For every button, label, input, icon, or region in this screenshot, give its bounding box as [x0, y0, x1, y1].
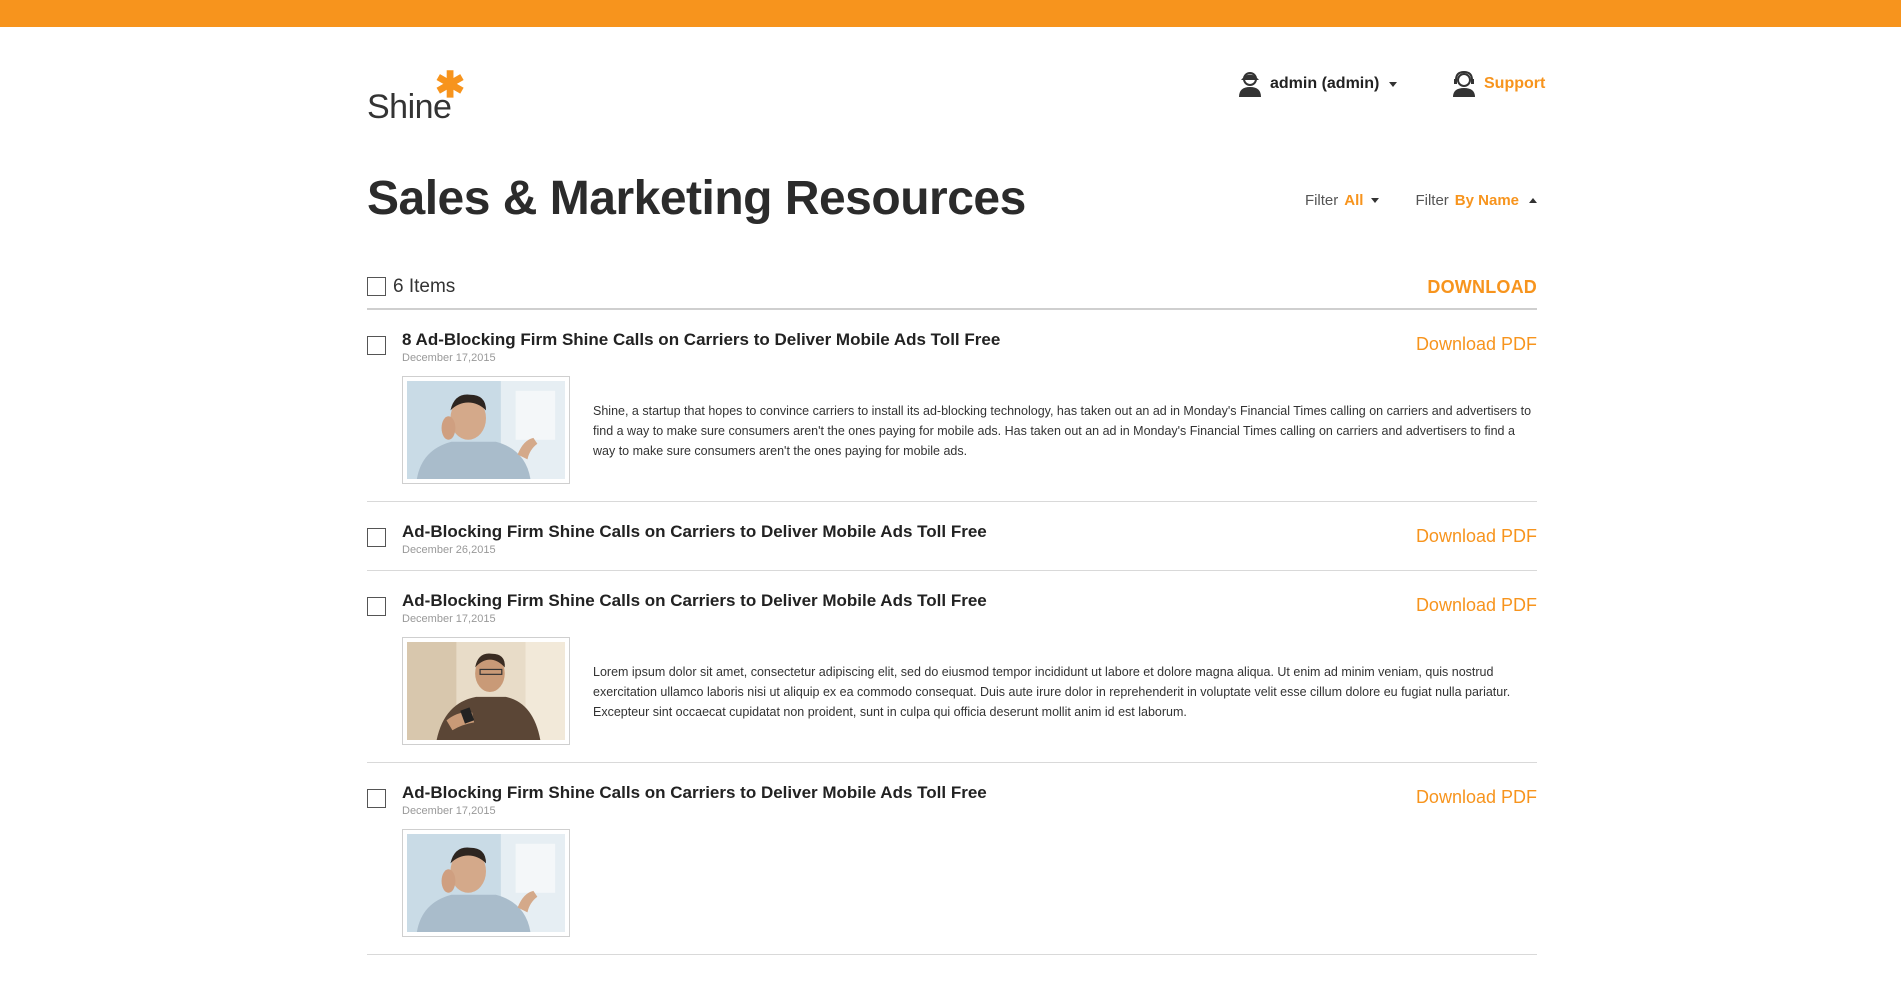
filter-value: All: [1344, 192, 1364, 209]
download-pdf-link[interactable]: Download PDF: [1416, 595, 1537, 616]
chevron-down-icon: [1389, 81, 1398, 87]
list-item: 8 Ad-Blocking Firm Shine Calls on Carrie…: [367, 310, 1537, 502]
page-container: Shine ✱ admin (admin) Support Sales & Ma…: [367, 27, 1545, 955]
filters: Filter All Filter By Name: [1305, 192, 1537, 209]
item-date: December 17,2015: [402, 352, 496, 364]
row-checkbox[interactable]: [367, 336, 386, 355]
list-item: Ad-Blocking Firm Shine Calls on Carriers…: [367, 763, 1537, 955]
filter-category[interactable]: Filter All: [1305, 192, 1380, 209]
item-date: December 17,2015: [402, 613, 496, 625]
logo[interactable]: Shine ✱: [367, 53, 477, 127]
item-date: December 26,2015: [402, 544, 496, 556]
item-title[interactable]: 8 Ad-Blocking Firm Shine Calls on Carrie…: [402, 330, 1000, 350]
item-title[interactable]: Ad-Blocking Firm Shine Calls on Carriers…: [402, 783, 987, 803]
user-name: admin (admin): [1270, 75, 1380, 92]
page-title: Sales & Marketing Resources: [367, 172, 1026, 225]
photo-man-on-phone: [407, 381, 565, 479]
download-pdf-link[interactable]: Download PDF: [1416, 787, 1537, 808]
filter-value: By Name: [1454, 192, 1519, 209]
row-checkbox[interactable]: [367, 789, 386, 808]
item-date: December 17,2015: [402, 805, 496, 817]
list-item: Ad-Blocking Firm Shine Calls on Carriers…: [367, 502, 1537, 571]
item-description: Shine, a startup that hopes to convince …: [593, 404, 1532, 458]
download-button[interactable]: DOWNLOAD: [1427, 277, 1537, 298]
download-pdf-link[interactable]: Download PDF: [1416, 334, 1537, 355]
item-title[interactable]: Ad-Blocking Firm Shine Calls on Carriers…: [402, 522, 987, 542]
title-row: Sales & Marketing Resources Filter All F…: [367, 137, 1537, 267]
site-header: Shine ✱ admin (admin) Support: [367, 27, 1545, 137]
row-checkbox[interactable]: [367, 597, 386, 616]
filter-sort[interactable]: Filter By Name: [1415, 192, 1537, 209]
item-title[interactable]: Ad-Blocking Firm Shine Calls on Carriers…: [402, 591, 987, 611]
user-menu[interactable]: admin (admin): [1238, 71, 1398, 97]
item-description: Lorem ipsum dolor sit amet, consectetur …: [593, 665, 1511, 719]
row-checkbox[interactable]: [367, 528, 386, 547]
support-link[interactable]: Support: [1452, 71, 1545, 97]
select-all-checkbox[interactable]: [367, 277, 386, 296]
item-thumbnail: [402, 637, 570, 745]
download-pdf-link[interactable]: Download PDF: [1416, 526, 1537, 547]
photo-man-texting: [407, 642, 565, 740]
items-count: 6 Items: [393, 276, 456, 297]
filter-label: Filter: [1415, 192, 1449, 209]
chevron-down-icon: [1371, 198, 1380, 203]
photo-man-on-phone: [407, 834, 565, 932]
filter-label: Filter: [1304, 192, 1339, 209]
chevron-up-icon: [1529, 198, 1537, 203]
item-thumbnail: [402, 376, 570, 484]
asterisk-icon: ✱: [435, 64, 466, 105]
item-thumbnail: [402, 829, 570, 937]
list-item: Ad-Blocking Firm Shine Calls on Carriers…: [367, 571, 1537, 763]
top-accent-bar: [0, 0, 1901, 27]
user-icon: [1239, 72, 1261, 97]
support-label: Support: [1484, 75, 1546, 92]
list-header: 6 Items DOWNLOAD: [367, 267, 1537, 310]
support-agent-icon: [1453, 71, 1475, 97]
